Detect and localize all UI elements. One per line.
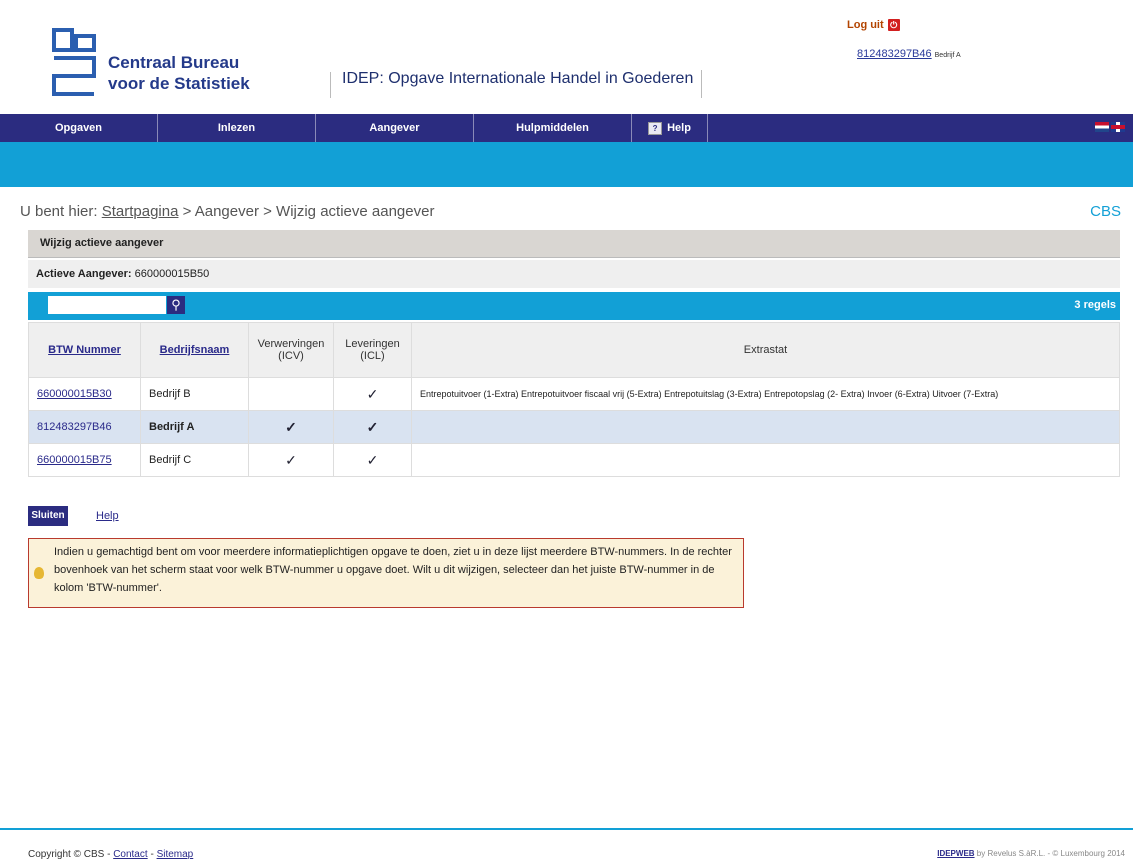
app-title: IDEP: Opgave Internationale Handel in Go… <box>329 70 703 98</box>
table-header-row: BTW Nummer Bedrijfsnaam Verwervingen (ICV… <box>28 322 1120 378</box>
table-row[interactable]: 660000015B30 Bedrijf B ✓ Entrepotuitvoer… <box>28 377 1120 411</box>
cbs-link[interactable]: CBS <box>1090 203 1121 220</box>
nav-item-inlezen[interactable]: Inlezen <box>158 114 316 142</box>
uk-flag-icon[interactable] <box>1111 122 1125 132</box>
org-name: Centraal Bureau voor de Statistiek <box>108 52 250 94</box>
extrastat-cell <box>411 443 1120 477</box>
footer-copyright: Copyright © CBS - Contact - Sitemap <box>28 849 194 860</box>
col-header-icv: Verwervingen (ICV) <box>248 322 334 378</box>
col-header-icl: Leveringen (ICL) <box>333 322 412 378</box>
nav-item-opgaven[interactable]: Opgaven <box>0 114 158 142</box>
icl-check-cell: ✓ <box>333 443 412 477</box>
search-bar: ⚲ 3 regels <box>28 292 1120 320</box>
declarant-table: BTW Nummer Bedrijfsnaam Verwervingen (ICV… <box>28 322 1120 477</box>
breadcrumb-home-link[interactable]: Startpagina <box>102 203 179 220</box>
nav-item-hulpmiddelen[interactable]: Hulpmiddelen <box>474 114 632 142</box>
logout-link[interactable]: Log uit ⏻ <box>847 19 900 31</box>
nav-item-help[interactable]: ? Help <box>632 114 708 142</box>
icl-check-cell: ✓ <box>333 410 412 444</box>
icv-check-cell <box>248 377 334 411</box>
breadcrumb-path: > Aangever > Wijzig actieve aangever <box>182 203 435 220</box>
btw-cell[interactable]: 660000015B30 <box>28 377 141 411</box>
col-header-extrastat: Extrastat <box>411 322 1120 378</box>
extrastat-cell <box>411 410 1120 444</box>
user-company: Bedrijf A <box>934 52 961 59</box>
breadcrumb-prefix: U bent hier: <box>20 203 98 220</box>
help-link[interactable]: Help <box>96 510 119 522</box>
btw-cell[interactable]: 812483297B46 <box>28 410 141 444</box>
btw-value[interactable]: 812483297B46 <box>37 421 112 433</box>
user-vat-link[interactable]: 812483297B46 <box>857 48 932 60</box>
lightbulb-icon <box>34 567 44 579</box>
col-header-name[interactable]: Bedrijfsnaam <box>140 322 249 378</box>
search-icon[interactable]: ⚲ <box>167 296 185 314</box>
btw-link[interactable]: 660000015B75 <box>37 454 112 466</box>
col-header-btw[interactable]: BTW Nummer <box>28 322 141 378</box>
sitemap-link[interactable]: Sitemap <box>157 849 194 860</box>
sub-nav-bar <box>0 142 1133 187</box>
search-input[interactable] <box>48 296 166 314</box>
company-name-cell: Bedrijf A <box>140 410 249 444</box>
main-nav: Opgaven Inlezen Aangever Hulpmiddelen ? … <box>0 114 1133 142</box>
company-name-cell: Bedrijf B <box>140 377 249 411</box>
rows-count: 3 regels <box>1074 299 1116 311</box>
current-user: 812483297B46 Bedrijf A <box>857 48 961 60</box>
breadcrumb: U bent hier: Startpagina > Aangever > Wi… <box>20 203 434 220</box>
active-declarant-label: Actieve Aangever: <box>36 268 132 280</box>
logout-label[interactable]: Log uit <box>847 19 884 31</box>
org-name-line2: voor de Statistiek <box>108 74 250 93</box>
org-name-line1: Centraal Bureau <box>108 53 240 72</box>
btw-cell[interactable]: 660000015B75 <box>28 443 141 477</box>
btw-link[interactable]: 660000015B30 <box>37 388 112 400</box>
table-row-selected[interactable]: 812483297B46 Bedrijf A ✓ ✓ <box>28 410 1120 444</box>
info-box: Indien u gemachtigd bent om voor meerder… <box>28 538 744 608</box>
info-text: Indien u gemachtigd bent om voor meerder… <box>54 546 732 594</box>
icv-check-cell: ✓ <box>248 443 334 477</box>
power-icon[interactable]: ⏻ <box>887 19 900 31</box>
table-row[interactable]: 660000015B75 Bedrijf C ✓ ✓ <box>28 443 1120 477</box>
help-book-icon: ? <box>648 121 663 135</box>
nav-item-help-label[interactable]: Help <box>667 114 691 142</box>
page-header: Centraal Bureau voor de Statistiek IDEP:… <box>0 0 1133 112</box>
close-button[interactable]: Sluiten <box>28 506 68 526</box>
language-switcher[interactable] <box>1095 122 1125 132</box>
sort-name-link[interactable]: Bedrijfsnaam <box>160 344 230 356</box>
footer-divider <box>0 828 1133 830</box>
icv-check-cell: ✓ <box>248 410 334 444</box>
footer-credit: IDEPWEB by Revelus S.àR.L. - © Luxembour… <box>937 849 1125 858</box>
extrastat-cell: Entrepotuitvoer (1-Extra) Entrepotuitvoe… <box>411 377 1120 411</box>
idepweb-link[interactable]: IDEPWEB <box>937 849 974 858</box>
sort-btw-link[interactable]: BTW Nummer <box>48 344 121 356</box>
nav-item-aangever[interactable]: Aangever <box>316 114 474 142</box>
panel-title: Wijzig actieve aangever <box>28 230 1120 258</box>
company-name-cell: Bedrijf C <box>140 443 249 477</box>
active-declarant: Actieve Aangever: 660000015B50 <box>28 260 1120 288</box>
active-declarant-value: 660000015B50 <box>134 268 210 280</box>
contact-link[interactable]: Contact <box>113 849 147 860</box>
cbs-logo-icon <box>52 28 96 96</box>
dutch-flag-icon[interactable] <box>1095 122 1109 132</box>
icl-check-cell: ✓ <box>333 377 412 411</box>
